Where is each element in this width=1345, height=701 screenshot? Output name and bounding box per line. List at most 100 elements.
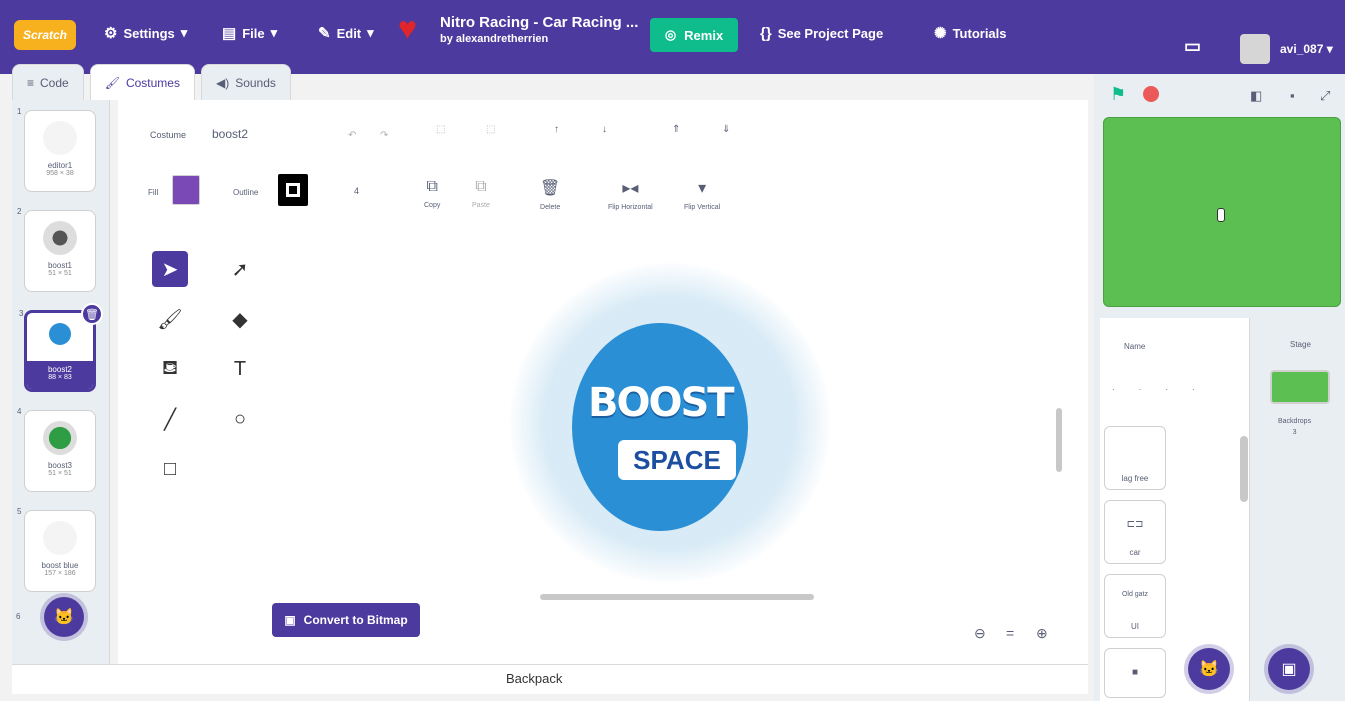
flip-vertical-icon: ▾	[698, 180, 707, 197]
settings-menu[interactable]: ⚙ Settings ▾	[104, 18, 187, 48]
chevron-down-icon: ▾	[367, 25, 374, 40]
line-tool[interactable]: ╱	[152, 401, 188, 437]
trash-icon[interactable]: 🗑	[81, 303, 103, 325]
brush-icon: 🖌	[104, 75, 120, 90]
costume-item[interactable]: 2 boost1 51 × 51	[17, 207, 96, 292]
costume-thumbnail	[43, 221, 77, 255]
large-stage-icon[interactable]: ▪	[1290, 88, 1295, 103]
canvas-text-space: SPACE	[618, 440, 736, 480]
project-author[interactable]: by alexandretherrien	[440, 33, 548, 45]
username[interactable]: avi_087 ▾	[1280, 42, 1333, 56]
avatar[interactable]	[1240, 34, 1270, 64]
add-sprite-button[interactable]: 🐱	[1188, 648, 1230, 690]
flip-horizontal-button[interactable]: ▸◂ Flip Horizontal	[608, 178, 653, 211]
front-icon[interactable]: ⇑	[672, 124, 680, 135]
costume-item[interactable]: 4 boost3 51 × 51	[17, 407, 96, 492]
file-icon: ▤	[222, 25, 237, 42]
forward-icon[interactable]: ↑	[554, 124, 559, 135]
tutorials-button[interactable]: ✺ Tutorials	[934, 18, 1007, 48]
tab-costumes[interactable]: 🖌 Costumes	[89, 64, 195, 100]
group-icon[interactable]: ⬚	[436, 124, 445, 135]
text-tool[interactable]: T	[222, 351, 258, 387]
costume-item[interactable]: 1 editor1 958 × 38	[17, 107, 96, 192]
green-flag-icon[interactable]: ⚑	[1110, 84, 1126, 105]
see-project-page-button[interactable]: {} See Project Page	[760, 18, 883, 48]
car-icon: ⊏⊐	[1126, 519, 1144, 530]
brush-icon: 🖌	[157, 308, 183, 331]
costume-number: 4	[17, 407, 22, 416]
tab-code[interactable]: ≡ Code	[12, 64, 84, 100]
outline-width-input[interactable]: 4	[354, 186, 359, 196]
fill-color-swatch[interactable]	[172, 175, 200, 205]
costume-size: 51 × 51	[48, 470, 72, 477]
flip-vertical-button[interactable]: ▾ Flip Vertical	[684, 178, 720, 211]
sprite-info-row: ····	[1112, 385, 1219, 394]
flip-horizontal-label: Flip Horizontal	[608, 204, 653, 211]
costume-size: 958 × 38	[46, 170, 74, 177]
edit-label: Edit	[336, 25, 362, 41]
costume-item-selected[interactable]: 3 boost2 88 × 83 🗑	[19, 303, 103, 392]
scratch-logo[interactable]: Scratch	[14, 20, 76, 50]
zoom-in-icon[interactable]: ⊕	[1036, 625, 1048, 642]
tab-sounds[interactable]: ◀) Sounds	[200, 64, 291, 100]
line-icon: ╱	[163, 408, 177, 431]
reshape-icon: ➚	[231, 258, 249, 281]
reshape-tool[interactable]: ➚	[222, 251, 258, 287]
redo-icon[interactable]: ↷	[380, 130, 388, 141]
sprite-name: UI	[1131, 622, 1139, 631]
zoom-reset-icon[interactable]: =	[1006, 625, 1014, 641]
file-menu[interactable]: ▤ File ▾	[222, 18, 277, 48]
stage-label: Stage	[1290, 340, 1311, 349]
eraser-tool[interactable]: ◆	[222, 301, 258, 337]
costume-size: 88 × 83	[48, 374, 72, 381]
circle-icon: ○	[233, 407, 247, 430]
sprite-item[interactable]: lag free	[1104, 426, 1166, 490]
back-icon[interactable]: ⇓	[722, 124, 730, 135]
backpack-bar[interactable]: Backpack	[12, 664, 1088, 694]
ungroup-icon[interactable]: ⬚	[486, 124, 495, 135]
editor-tabs: ≡ Code 🖌 Costumes ◀) Sounds	[12, 64, 297, 102]
remix-button[interactable]: ◎ Remix	[650, 18, 738, 52]
vertical-scrollbar[interactable]	[1056, 408, 1062, 472]
costume-number: 1	[17, 107, 22, 116]
copy-button[interactable]: ⧉ Copy	[424, 178, 440, 209]
add-costume-button[interactable]: 🐱	[44, 597, 84, 637]
project-title[interactable]: Nitro Racing - Car Racing ...	[440, 14, 638, 31]
circle-tool[interactable]: ○	[222, 401, 258, 437]
delete-button[interactable]: 🗑 Delete	[540, 178, 560, 211]
sprite-item[interactable]: Old gatz UI	[1104, 574, 1166, 638]
small-stage-icon[interactable]: ◧	[1250, 88, 1262, 104]
costume-name: boost2	[47, 365, 73, 374]
folder-icon[interactable]: ▭	[1184, 36, 1201, 57]
costume-name-input[interactable]: boost2	[212, 127, 248, 141]
zoom-out-icon[interactable]: ⊖	[974, 625, 986, 642]
convert-to-bitmap-button[interactable]: ▣ Convert to Bitmap	[272, 603, 420, 637]
backward-icon[interactable]: ↓	[602, 124, 607, 135]
sprite-item[interactable]: ■	[1104, 648, 1166, 698]
fill-tool[interactable]: ⛾	[152, 351, 188, 387]
copy-icon: ⧉	[426, 178, 438, 195]
tab-code-label: Code	[40, 75, 69, 90]
costume-number: 5	[17, 507, 22, 516]
backdrops-count: 3	[1292, 429, 1297, 436]
stage-canvas[interactable]	[1103, 117, 1341, 307]
cat-plus-icon: 🐱	[1199, 661, 1219, 678]
add-backdrop-button[interactable]: ▣	[1268, 648, 1310, 690]
stage-thumbnail[interactable]	[1270, 370, 1330, 404]
eraser-icon: ◆	[232, 308, 248, 331]
sprite-item[interactable]: ⊏⊐ car	[1104, 500, 1166, 564]
fullscreen-icon[interactable]: ⤢	[1320, 88, 1330, 104]
sprite-name: lag free	[1121, 474, 1149, 483]
edit-menu[interactable]: ✎ Edit ▾	[318, 18, 374, 48]
undo-icon[interactable]: ↶	[348, 130, 356, 141]
stop-icon[interactable]	[1143, 86, 1159, 102]
outline-color-swatch[interactable]	[278, 174, 308, 206]
trash-icon: 🗑	[540, 180, 561, 197]
select-tool[interactable]: ➤	[152, 251, 188, 287]
horizontal-scrollbar[interactable]	[540, 594, 814, 600]
paste-button[interactable]: ⧉ Paste	[472, 178, 490, 209]
brush-tool[interactable]: 🖌	[152, 301, 188, 337]
sprite-list-scrollbar[interactable]	[1240, 436, 1248, 502]
costume-item[interactable]: 5 boost blue 157 × 186	[17, 507, 96, 592]
rectangle-tool[interactable]: □	[152, 451, 188, 487]
